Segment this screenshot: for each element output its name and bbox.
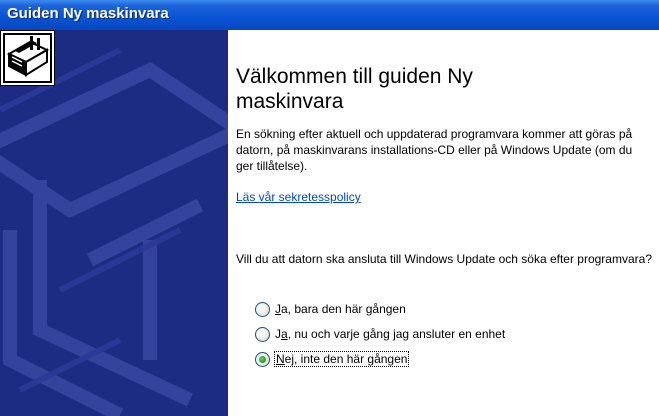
option-no[interactable]: Nej, inte den här gången xyxy=(255,350,410,368)
wizard-side-banner xyxy=(0,30,228,416)
radio-button-selected[interactable] xyxy=(255,351,270,367)
option-label: Nej, inte den här gången xyxy=(273,351,410,367)
page-title: Välkommen till guiden Ny maskinvara xyxy=(236,65,473,113)
option-label: Ja, nu och varje gång jag ansluter en en… xyxy=(275,327,506,341)
window-title: Guiden Ny maskinvara xyxy=(7,5,169,22)
privacy-policy-link[interactable]: Läs vår sekretesspolicy xyxy=(236,190,361,204)
option-yes-always[interactable]: Ja, nu och varje gång jag ansluter en en… xyxy=(255,325,505,343)
description-text: En sökning efter aktuell och uppdaterad … xyxy=(236,127,633,173)
wizard-content: Välkommen till guiden Ny maskinvara En s… xyxy=(228,30,659,416)
option-yes-once[interactable]: Ja, bara den här gången xyxy=(255,300,406,318)
radio-button[interactable] xyxy=(255,326,270,342)
title-bar[interactable]: Guiden Ny maskinvara xyxy=(0,0,659,30)
banner-decoration xyxy=(0,47,228,416)
question-text: Vill du att datorn ska ansluta till Wind… xyxy=(236,252,652,266)
hardware-wizard-icon xyxy=(0,30,55,86)
radio-button[interactable] xyxy=(255,301,270,317)
option-label: Ja, bara den här gången xyxy=(275,302,406,316)
